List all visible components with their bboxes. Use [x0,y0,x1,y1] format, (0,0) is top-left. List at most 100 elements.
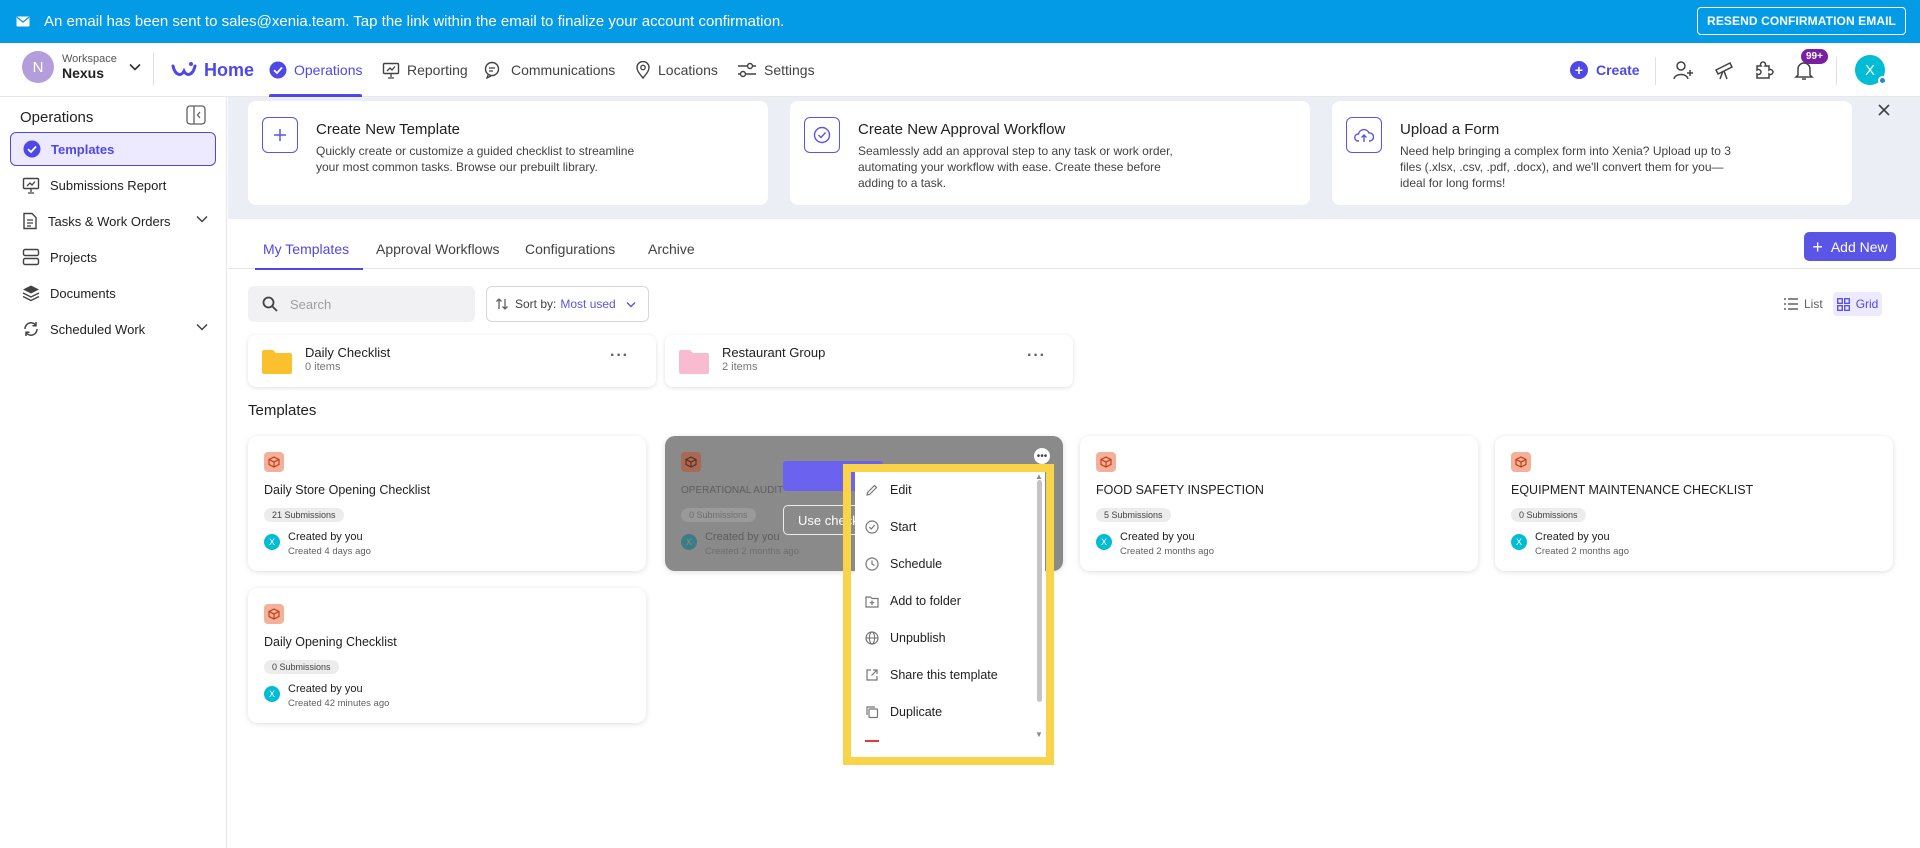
folder-card[interactable]: Restaurant Group 2 items ··· [665,335,1073,387]
sidebar-item-templates[interactable]: Templates [10,132,216,166]
menu-item-share-template[interactable]: Share this template [855,657,1035,693]
template-box-icon [681,452,701,472]
main-content: Create New Template Quickly create or cu… [228,97,1920,848]
list-view-button[interactable]: List [1780,292,1827,316]
creator-avatar: X [681,534,697,550]
chevron-down-icon [196,323,208,331]
tab-my-templates[interactable]: My Templates [255,229,364,270]
sidebar-item-submissions-report[interactable]: Submissions Report [10,168,216,202]
tab-approval-workflows[interactable]: Approval Workflows [376,229,499,269]
nav-communications[interactable]: Communications [484,43,615,97]
created-when: Created 2 months ago [1535,546,1630,557]
template-card[interactable]: FOOD SAFETY INSPECTION 5 Submissions X C… [1080,436,1478,571]
template-card[interactable]: EQUIPMENT MAINTENANCE CHECKLIST 0 Submis… [1495,436,1893,571]
sidebar-item-scheduled-work[interactable]: Scheduled Work [10,312,216,346]
create-template-card[interactable]: Create New Template Quickly create or cu… [248,101,768,205]
grid-view-button[interactable]: Grid [1832,292,1883,316]
menu-item-schedule[interactable]: Schedule [855,546,1035,582]
resend-confirmation-button[interactable]: RESEND CONFIRMATION EMAIL [1697,7,1906,35]
creator-avatar: X [1096,534,1112,550]
sidebar: Operations Templates Submissions Report … [0,97,227,848]
folder-count: 2 items [722,361,758,373]
template-box-icon [1096,452,1116,472]
tab-configurations[interactable]: Configurations [525,229,615,269]
chat-icon [484,61,504,79]
more-options-icon[interactable]: ··· [610,347,629,365]
nav-settings-label: Settings [764,62,815,78]
nav-operations-label: Operations [294,62,363,78]
create-approval-workflow-card[interactable]: Create New Approval Workflow Seamlessly … [790,101,1310,205]
card-description: Need help bringing a complex form into X… [1400,144,1731,190]
telescope-icon[interactable] [1711,57,1737,83]
sidebar-item-documents[interactable]: Documents [10,276,216,310]
folder-card[interactable]: Daily Checklist 0 items ··· [248,335,656,387]
nav-communications-label: Communications [511,62,616,78]
created-when: Created 4 days ago [288,546,371,557]
created-by: Created by you [1535,531,1610,543]
more-options-icon[interactable]: ••• [1034,448,1050,464]
workspace-switcher[interactable]: N Workspace Nexus [22,51,141,83]
folder-icon [679,348,709,374]
upload-form-card[interactable]: Upload a Form Need help bringing a compl… [1332,101,1852,205]
online-status-dot [1878,76,1887,85]
template-name: FOOD SAFETY INSPECTION [1096,483,1264,497]
sidebar-item-tasks-work-orders[interactable]: Tasks & Work Orders [10,204,216,238]
invite-user-icon[interactable] [1671,57,1697,83]
sort-dropdown[interactable]: Sort by: Most used [486,286,649,322]
sort-label: Sort by: [515,297,557,311]
create-button[interactable]: + Create [1570,43,1640,97]
active-tab-underline [255,268,364,270]
check-circle-icon [804,117,840,153]
template-card[interactable]: Daily Store Opening Checklist 21 Submiss… [248,436,646,571]
menu-item-start[interactable]: Start [855,509,1035,545]
close-icon[interactable] [1877,103,1891,117]
grid-icon [1836,297,1850,311]
sidebar-item-label: Tasks & Work Orders [48,213,171,229]
nav-divider [153,53,154,85]
folder-icon [262,348,292,374]
copy-icon [865,705,879,719]
scroll-down-icon[interactable]: ▼ [1035,730,1043,739]
card-description: Quickly create or customize a guided che… [316,144,635,174]
tab-archive[interactable]: Archive [648,229,695,269]
mail-icon [16,16,30,27]
template-box-icon [264,604,284,624]
menu-item-edit[interactable]: Edit [855,472,1035,508]
home-label: Home [204,59,255,80]
submissions-badge: 0 Submissions [1511,508,1586,522]
check-circle-icon [269,61,287,79]
submissions-badge: 21 Submissions [264,508,344,522]
creator-avatar: X [264,534,280,550]
sidebar-item-label: Scheduled Work [50,321,146,337]
card-title: Upload a Form [1400,121,1500,138]
plus-icon: + [1812,236,1823,257]
plus-icon [262,117,298,153]
workspace-label: Workspace [62,52,117,65]
nav-locations[interactable]: Locations [635,43,718,97]
puzzle-icon[interactable] [1751,57,1777,83]
more-options-icon[interactable]: ··· [1027,347,1046,365]
menu-item-duplicate[interactable]: Duplicate [855,694,1035,730]
template-card[interactable]: Daily Opening Checklist 0 Submissions X … [248,588,646,723]
sidebar-item-label: Projects [50,249,97,265]
nav-operations[interactable]: Operations [269,43,363,97]
delete-icon-partial [865,740,879,746]
menu-item-add-to-folder[interactable]: Add to folder [855,583,1035,619]
home-link[interactable]: Home [171,43,254,97]
template-name: EQUIPMENT MAINTENANCE CHECKLIST [1511,483,1754,497]
sort-value: Most used [560,297,616,311]
created-by: Created by you [1120,531,1195,543]
add-new-button[interactable]: + Add New [1804,232,1896,261]
nav-settings[interactable]: Settings [737,43,815,97]
search-input[interactable] [290,296,450,312]
sidebar-item-projects[interactable]: Projects [10,240,216,274]
collapse-sidebar-icon[interactable] [186,105,206,125]
menu-item-unpublish[interactable]: Unpublish [855,620,1035,656]
templates-tabs: My Templates Approval Workflows Configur… [228,229,1920,270]
presentation-icon [382,62,400,79]
menu-scrollbar[interactable] [1037,480,1042,702]
list-icon [1784,298,1798,310]
stack-icon [22,248,40,266]
pencil-icon [865,483,879,497]
nav-reporting[interactable]: Reporting [382,43,468,97]
